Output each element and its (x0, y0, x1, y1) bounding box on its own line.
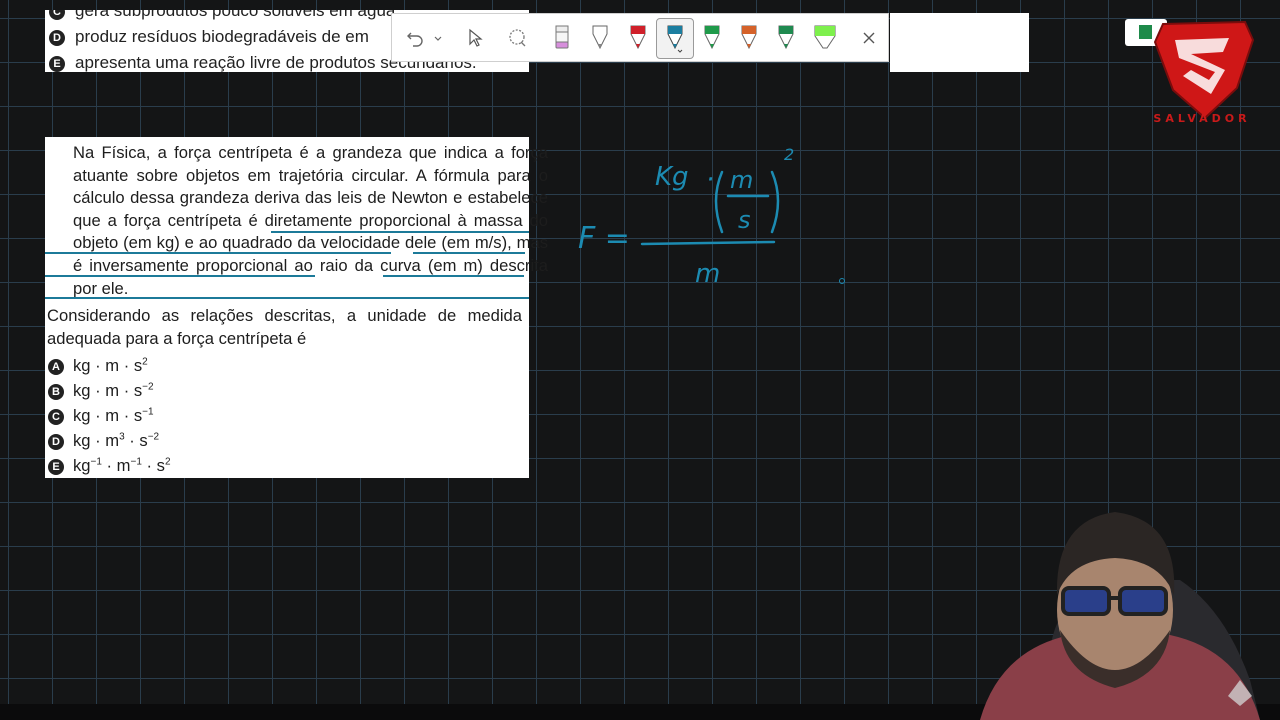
previous-question-card-right (890, 13, 1029, 72)
undo-button[interactable] (400, 14, 430, 62)
pen-orange-icon (741, 25, 757, 50)
ink-underline (45, 275, 315, 277)
ink-underline (271, 231, 529, 233)
formula-numerator-kg: Kg (655, 162, 689, 192)
webcam-presenter-video (980, 512, 1260, 720)
pen-cursor-dot (839, 278, 845, 284)
choice-e[interactable]: Ekg−1 · m−1 · s2 (48, 456, 171, 476)
choice-d[interactable]: Dkg · m3 · s−2 (48, 431, 159, 451)
choice-letter-badge: B (48, 384, 64, 400)
highlighter-lime-button[interactable] (808, 14, 842, 62)
formula-right-paren (770, 170, 780, 234)
choice-letter-badge: A (48, 359, 64, 375)
pen-red-button[interactable] (623, 14, 653, 62)
close-toolbar-button[interactable] (854, 14, 884, 62)
choice-letter-badge: C (48, 409, 64, 425)
pen-orange-button[interactable] (734, 14, 764, 62)
pen-green-icon (704, 25, 720, 50)
pen-green-button[interactable] (697, 14, 727, 62)
question-prompt: Considerando as relações descritas, a un… (47, 306, 522, 348)
ink-underline (413, 252, 525, 254)
formula-inner-denominator: s (738, 206, 751, 234)
pen-dark-green-icon (778, 25, 794, 50)
previous-option-d: Dproduz resíduos biodegradáveis de em (49, 27, 369, 47)
option-letter-badge: E (49, 56, 65, 72)
lasso-icon (509, 29, 526, 47)
choice-letter-badge: D (48, 434, 64, 450)
select-tool-button[interactable] (460, 14, 490, 62)
question-card: Na Física, a força centrípeta é a grande… (45, 137, 548, 478)
logo-text: SALVADOR (1153, 112, 1251, 125)
chevron-down-icon (434, 36, 442, 41)
option-letter-badge: C (49, 10, 65, 20)
option-letter-badge: D (49, 30, 65, 46)
ink-underline (45, 297, 529, 299)
highlighter-pink-icon (555, 25, 569, 49)
handwritten-formula: F = Kg · m s 2 m (578, 145, 845, 289)
formula-exponent: 2 (784, 145, 794, 164)
formula-left-paren (714, 170, 724, 234)
pen-red-icon (630, 25, 646, 50)
pen-white-button[interactable] (585, 14, 615, 62)
pen-blue-icon (667, 25, 683, 53)
formula-inner-numerator: m (730, 166, 753, 194)
undo-icon (407, 32, 423, 47)
formula-lhs: F = (578, 221, 630, 256)
pen-white-icon (592, 25, 608, 50)
choice-letter-badge: E (48, 459, 64, 475)
formula-dot: · (706, 165, 714, 195)
ink-underline (45, 252, 391, 254)
highlighted-phrase-velocity: ao quadrado da velocidade dele (em m/s) (198, 233, 508, 253)
pen-blue-button[interactable] (656, 18, 694, 59)
highlighter-lime-icon (814, 25, 836, 49)
choice-b[interactable]: Bkg · m · s−2 (48, 381, 154, 401)
highlighter-pink-button[interactable] (547, 14, 577, 62)
choice-c[interactable]: Ckg · m · s−1 (48, 406, 154, 426)
formula-main-fraction-bar (640, 240, 776, 246)
select-pointer-icon (469, 28, 483, 47)
pen-toolbar (391, 13, 889, 62)
ink-underline (383, 275, 524, 277)
close-icon (863, 32, 875, 44)
formula-denominator: m (695, 259, 720, 289)
previous-option-c: Cgera subprodutos pouco solúveis em água… (49, 10, 400, 21)
lasso-tool-button[interactable] (502, 14, 532, 62)
undo-dropdown-button[interactable] (430, 14, 446, 62)
pen-dark-green-button[interactable] (771, 14, 801, 62)
choice-a[interactable]: Akg · m · s2 (48, 356, 148, 376)
